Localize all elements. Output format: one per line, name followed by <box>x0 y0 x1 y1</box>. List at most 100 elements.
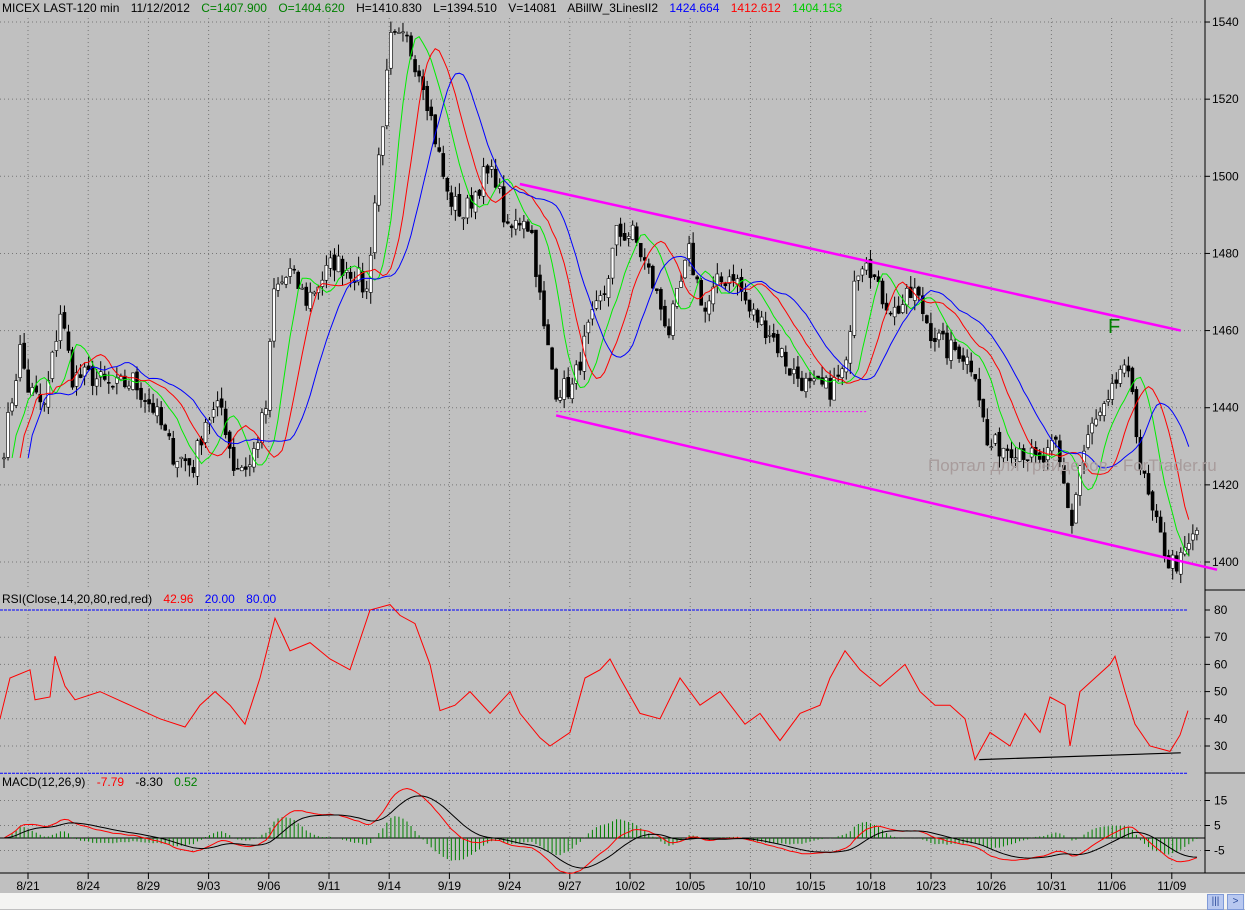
candle-up <box>864 262 869 271</box>
candle-up <box>1090 422 1094 434</box>
candle-up <box>2 457 6 460</box>
candle-down <box>1005 448 1010 451</box>
date-label: 9/27 <box>558 879 582 893</box>
rsi-tick-label: 40 <box>1214 712 1228 726</box>
candle-up <box>211 409 216 418</box>
candle-up <box>473 191 478 213</box>
candle-up <box>1118 369 1123 384</box>
candle-up <box>6 412 10 458</box>
rsi-label: RSI(Close,14,20,80,red,red) <box>2 592 153 606</box>
candle-down <box>139 387 143 400</box>
ma-mid-line <box>19 48 1190 520</box>
candle-up <box>256 442 260 450</box>
macd-tick-label: 15 <box>1214 794 1228 808</box>
candle-up <box>389 32 393 69</box>
date-label: 8/21 <box>16 879 40 893</box>
candle-up <box>1106 399 1111 403</box>
candle-up <box>1110 383 1115 400</box>
candle-down <box>703 307 708 312</box>
candle-down <box>953 341 957 350</box>
candle-up <box>514 220 518 230</box>
candle-up <box>276 283 280 291</box>
date-label: 9/03 <box>197 879 221 893</box>
candle-up <box>324 265 329 281</box>
candle-down <box>941 330 945 335</box>
candle-down <box>546 324 550 346</box>
macd-tick-label: -5 <box>1214 844 1225 858</box>
candle-down <box>163 424 167 431</box>
candle-down <box>429 106 433 117</box>
candle-up <box>965 356 969 365</box>
price-tick-label: 1540 <box>1212 15 1239 29</box>
horizontal-scrollbar[interactable]: ||| > <box>0 893 1245 910</box>
candle-down <box>183 458 188 462</box>
candle-down <box>820 377 824 385</box>
candle-up <box>461 217 466 220</box>
date-label: 9/19 <box>438 879 462 893</box>
candle-down <box>723 283 728 287</box>
candle-up <box>892 306 897 318</box>
candle-down <box>441 153 446 177</box>
candle-down <box>159 407 163 426</box>
candle-down <box>26 369 30 393</box>
candle-down <box>691 242 695 276</box>
candle-up <box>54 341 59 351</box>
candle-down <box>413 59 417 73</box>
price-chart[interactable]: 1540152015001480146014401420140080706050… <box>0 0 1245 893</box>
candle-up <box>203 422 208 443</box>
candle-down <box>880 280 885 305</box>
candle-down <box>244 466 248 470</box>
candle-down <box>655 288 659 291</box>
scroll-thumb[interactable]: ||| <box>1207 894 1224 910</box>
candle-up <box>852 280 857 336</box>
candle-down <box>602 293 607 295</box>
candle-down <box>731 274 736 281</box>
candle-up <box>610 247 615 279</box>
candle-up <box>779 348 784 357</box>
candle-down <box>872 274 877 278</box>
candle-up <box>1122 364 1127 374</box>
candle-up <box>1187 543 1191 550</box>
candle-up <box>989 446 994 449</box>
candle-up <box>904 287 909 306</box>
scroll-right-arrow-icon[interactable]: > <box>1227 894 1244 910</box>
candle-down <box>651 265 655 289</box>
candle-up <box>614 225 619 246</box>
date-label: 10/26 <box>976 879 1006 893</box>
candle-down <box>771 333 776 338</box>
candle-up <box>586 321 591 334</box>
candle-up <box>606 278 611 298</box>
candle-down <box>1054 436 1058 440</box>
candle-down <box>622 233 627 241</box>
candle-up <box>376 154 381 206</box>
candle-down <box>22 342 26 369</box>
candle-down <box>1150 491 1155 511</box>
candle-up <box>1170 554 1175 569</box>
candle-up <box>260 412 264 443</box>
candle-down <box>550 347 554 370</box>
date-label: 10/02 <box>615 879 645 893</box>
date-label: 10/18 <box>856 879 886 893</box>
candle-down <box>638 242 643 258</box>
candle-up <box>594 300 599 309</box>
candle-down <box>775 333 780 354</box>
candle-up <box>239 467 244 472</box>
candle-up <box>840 368 845 378</box>
candle-up <box>993 434 998 444</box>
candle-up <box>127 385 131 389</box>
candle-down <box>348 271 353 279</box>
date-label: 10/23 <box>916 879 946 893</box>
rsi-high-level: 80.00 <box>246 592 277 606</box>
candle-down <box>66 331 71 351</box>
candle-down <box>743 291 748 301</box>
candle-down <box>961 355 965 362</box>
candle-up <box>94 378 99 387</box>
candle-up <box>558 397 562 401</box>
price-tick-label: 1520 <box>1212 92 1239 106</box>
candle-down <box>997 431 1002 457</box>
candle-down <box>808 377 812 382</box>
candle-down <box>485 165 490 174</box>
macd-header: MACD(12,26,9) -7.79 -8.30 0.52 <box>2 775 205 789</box>
candle-down <box>695 276 699 280</box>
candle-down <box>90 366 95 386</box>
